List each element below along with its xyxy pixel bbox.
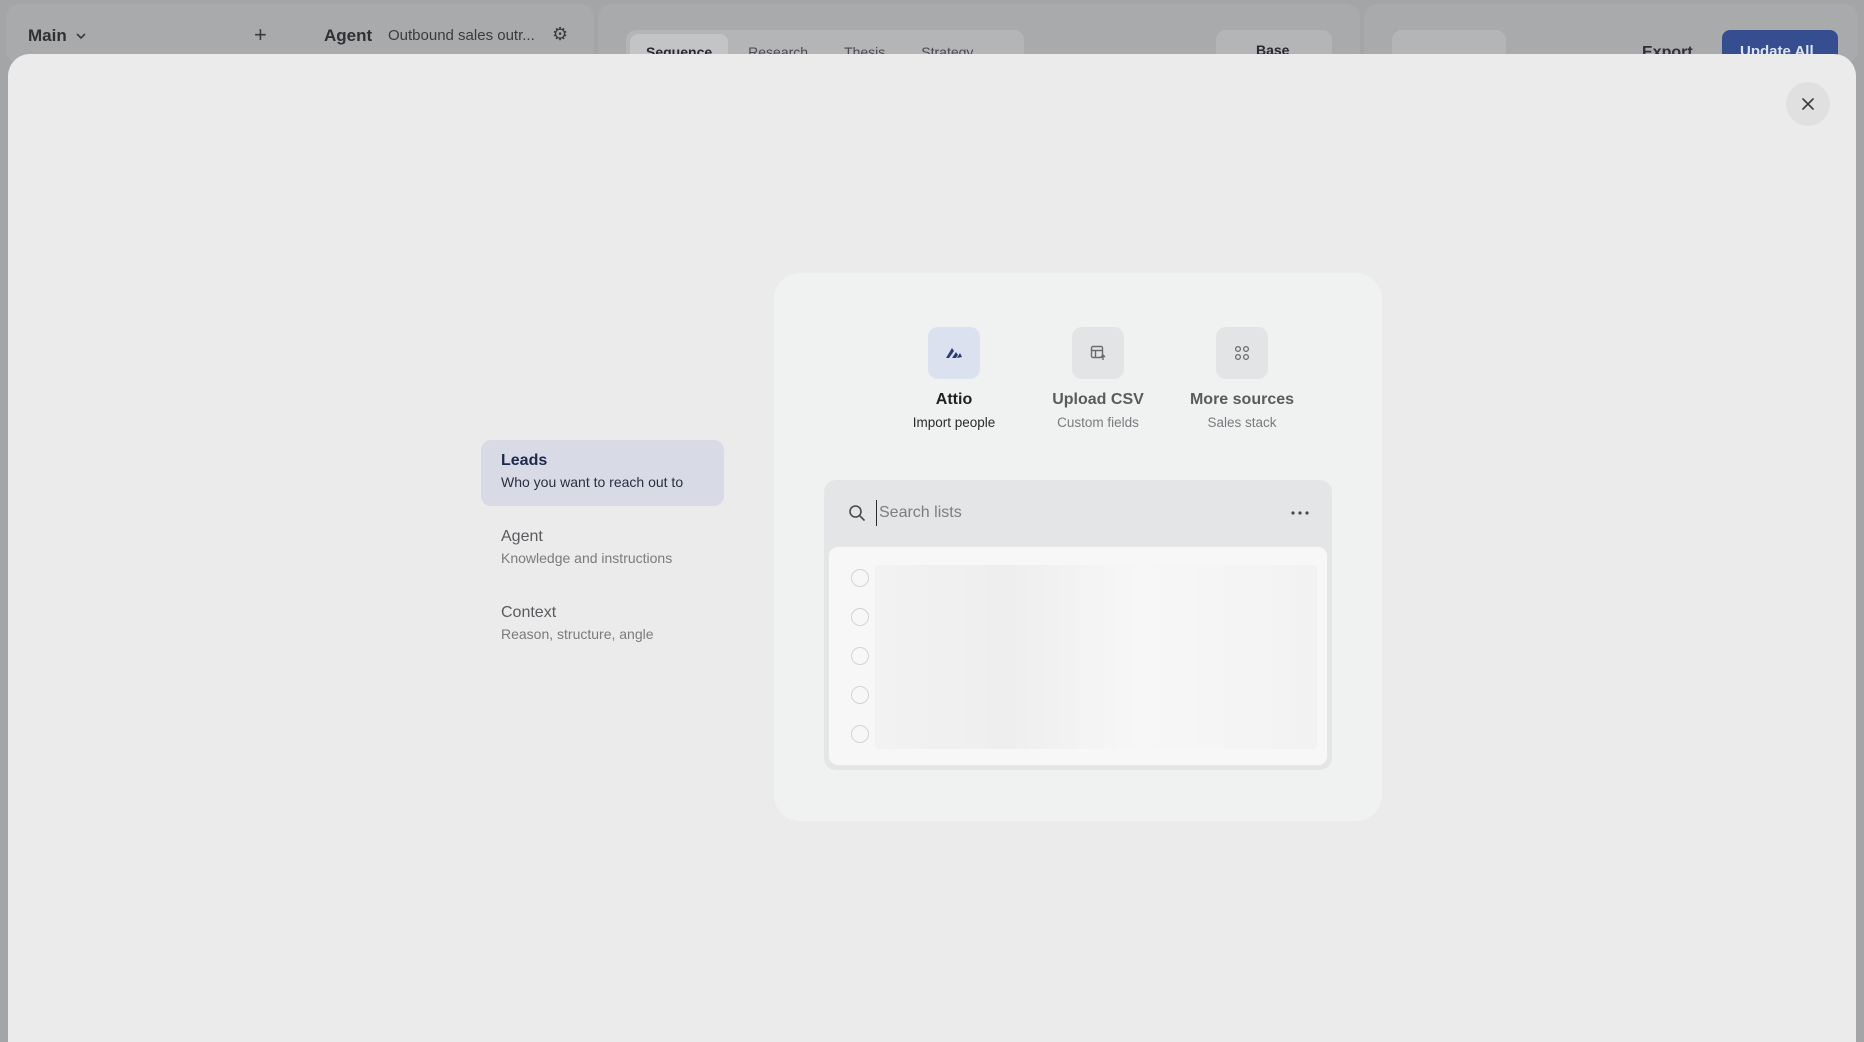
step-subtitle: Knowledge and instructions [501,550,673,566]
agent-name: Outbound sales outr... [388,27,535,44]
list-item [851,608,869,626]
grid-icon [1216,327,1268,379]
agent-label: Agent [324,26,373,45]
more-horizontal-icon [1291,511,1309,515]
search-icon [849,505,865,521]
add-icon: + [254,22,267,47]
loading-skeleton [875,565,1317,749]
source-subtitle: Import people [912,415,996,430]
step-leads[interactable]: Leads Who you want to reach out to [481,440,724,506]
lists-results [828,546,1328,766]
source-title: Attio [935,391,973,408]
source-title: Upload CSV [1052,391,1144,408]
close-icon [1802,98,1814,110]
source-more[interactable]: More sources Sales stack [1182,327,1302,430]
setup-steps: Leads Who you want to reach out to Agent… [481,440,724,668]
workspace-label: Main [28,26,67,45]
more-options-button[interactable] [1286,500,1314,526]
search-bar [824,480,1332,546]
leads-source-card: Attio Import people Upload CSV Custom fi… [774,273,1382,821]
source-title: More sources [1189,391,1295,408]
step-title: Agent [501,528,543,545]
list-item [851,647,869,665]
source-options: Attio Import people Upload CSV Custom fi… [774,327,1382,437]
source-attio[interactable]: Attio Import people [894,327,1014,430]
list-radio[interactable] [851,686,869,704]
step-agent[interactable]: Agent Knowledge and instructions [481,516,724,582]
list-radio[interactable] [851,725,869,743]
list-item [851,725,869,743]
source-subtitle: Sales stack [1207,415,1277,430]
attio-logo-icon [928,327,980,379]
workspace-selector: Main [28,26,87,46]
lists-panel [824,480,1332,770]
source-subtitle: Custom fields [1057,415,1139,430]
step-subtitle: Reason, structure, angle [501,626,654,642]
list-radio[interactable] [851,608,869,626]
close-button[interactable] [1786,82,1830,126]
step-title: Leads [501,452,548,469]
step-context[interactable]: Context Reason, structure, angle [481,592,724,658]
csv-upload-icon [1072,327,1124,379]
search-lists-input[interactable] [876,500,1256,526]
step-title: Context [501,604,557,621]
gear-icon: ⚙ [552,24,569,44]
step-subtitle: Who you want to reach out to [501,474,684,490]
list-item [851,686,869,704]
list-radio[interactable] [851,647,869,665]
chevron-down-icon [76,33,86,40]
list-item [851,569,869,587]
list-radio[interactable] [851,569,869,587]
source-upload-csv[interactable]: Upload CSV Custom fields [1038,327,1158,430]
